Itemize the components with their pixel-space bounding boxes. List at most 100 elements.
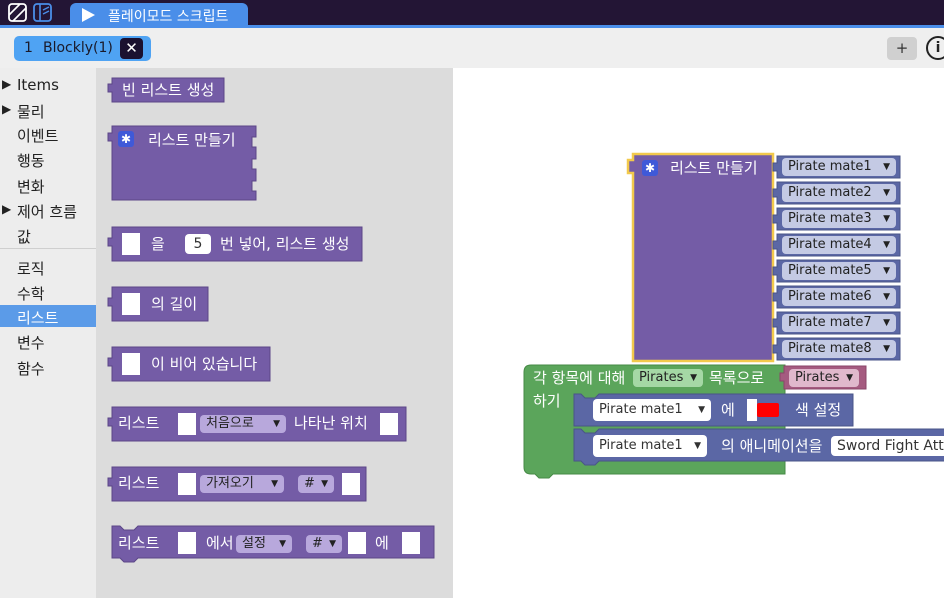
block-label: 나타난 위치: [294, 414, 368, 432]
category-functions[interactable]: 함수: [0, 356, 96, 378]
block-empty-list[interactable]: 빈 리스트 생성: [107, 77, 228, 103]
chevron-down-icon: ▼: [329, 539, 336, 549]
chevron-down-icon: ▼: [694, 441, 701, 451]
block-label: 리스트: [118, 414, 160, 432]
category-label: 물리: [17, 103, 45, 121]
input-slot[interactable]: [380, 413, 398, 435]
block-variable-pirates[interactable]: Pirates ▼: [779, 365, 868, 391]
category-label: 함수: [17, 360, 45, 378]
category-physics[interactable]: ▶ 물리: [0, 99, 96, 121]
block-list-index-of[interactable]: 리스트 처음으로 ▼ 나타난 위치: [107, 406, 410, 442]
book-panel-icon[interactable]: [33, 3, 52, 22]
chevron-down-icon: ▼: [273, 419, 280, 429]
category-divider: [0, 248, 96, 249]
category-label: 변화: [17, 178, 45, 196]
block-item-pirate-mate5[interactable]: Pirate mate5 ▼: [772, 259, 901, 283]
expand-arrow-icon: ▶: [2, 102, 12, 116]
foreach-variable-dropdown[interactable]: Pirates ▼: [633, 369, 703, 387]
input-slot[interactable]: [348, 532, 366, 554]
category-math[interactable]: 수학: [0, 281, 96, 303]
input-slot[interactable]: [342, 473, 360, 495]
set-mode-dropdown[interactable]: 설정 ▼: [236, 535, 292, 553]
chevron-down-icon: ▼: [321, 479, 328, 489]
blockly-logo-icon[interactable]: [8, 3, 27, 22]
dropdown-value: Pirate mate1: [788, 159, 872, 174]
animation-target-dropdown[interactable]: Pirate mate1 ▼: [593, 435, 707, 457]
color-swatch[interactable]: [757, 403, 779, 417]
block-list-is-empty[interactable]: 이 비어 있습니다: [107, 346, 274, 382]
input-slot[interactable]: [402, 532, 420, 554]
category-lists[interactable]: 리스트: [0, 305, 96, 327]
block-list-get[interactable]: 리스트 가져오기 ▼ # ▼: [107, 466, 370, 502]
gear-icon[interactable]: ✱: [642, 160, 658, 176]
gear-icon[interactable]: ✱: [118, 131, 134, 147]
info-icon[interactable]: i: [926, 36, 944, 60]
category-label: 이벤트: [17, 127, 59, 145]
chevron-down-icon: ▼: [883, 318, 890, 328]
block-flyout: 빈 리스트 생성 ✱ 리스트 만들기 을 5 번 넣어, 리스트 생성 의 길이…: [96, 68, 453, 598]
expand-arrow-icon: ▶: [2, 202, 12, 216]
block-label: 에서: [206, 534, 234, 552]
index-of-dropdown[interactable]: 처음으로 ▼: [200, 415, 286, 433]
add-tab-button[interactable]: +: [887, 37, 917, 60]
set-index-dropdown[interactable]: # ▼: [306, 535, 342, 553]
block-label: 에: [721, 401, 735, 419]
category-control-flow[interactable]: ▶ 제어 흐름: [0, 199, 96, 221]
chevron-down-icon: ▼: [271, 479, 278, 489]
item-dropdown[interactable]: Pirate mate6 ▼: [782, 288, 896, 306]
input-slot[interactable]: [178, 473, 196, 495]
block-set-animation[interactable]: Pirate mate1 ▼ 의 애니메이션을 Sword Fight Atta: [573, 428, 944, 466]
item-dropdown[interactable]: Pirate mate3 ▼: [782, 210, 896, 228]
input-slot[interactable]: [178, 413, 196, 435]
block-label: 빈 리스트 생성: [122, 81, 215, 99]
color-input-slot: [747, 399, 757, 421]
block-create-list[interactable]: ✱ 리스트 만들기: [107, 125, 260, 201]
input-slot[interactable]: [122, 233, 140, 255]
category-actions[interactable]: 행동: [0, 148, 96, 170]
dropdown-value: 가져오기: [206, 476, 254, 491]
input-slot[interactable]: [122, 353, 140, 375]
block-list-set[interactable]: 리스트 에서 설정 ▼ # ▼ 에: [111, 525, 436, 563]
item-dropdown[interactable]: Pirate mate8 ▼: [782, 340, 896, 358]
block-set-color[interactable]: Pirate mate1 ▼ 에 색 설정: [573, 393, 855, 427]
block-list-length[interactable]: 의 길이: [107, 286, 212, 322]
category-items[interactable]: ▶ Items: [0, 74, 96, 96]
item-dropdown[interactable]: Pirate mate7 ▼: [782, 314, 896, 332]
list-variable-dropdown[interactable]: Pirates ▼: [789, 369, 859, 387]
category-values[interactable]: 값: [0, 224, 96, 246]
close-icon[interactable]: ✕: [120, 38, 143, 59]
block-make-list[interactable]: ✱ 리스트 만들기: [626, 152, 779, 363]
animation-value-dropdown[interactable]: Sword Fight Atta: [831, 436, 944, 456]
get-index-dropdown[interactable]: # ▼: [298, 475, 334, 493]
category-logic[interactable]: 로직: [0, 256, 96, 278]
item-dropdown[interactable]: Pirate mate1 ▼: [782, 158, 896, 176]
chevron-down-icon: ▼: [883, 344, 890, 354]
block-item-pirate-mate3[interactable]: Pirate mate3 ▼: [772, 207, 901, 231]
block-repeat-list[interactable]: 을 5 번 넣어, 리스트 생성: [107, 226, 366, 262]
block-label: 리스트: [118, 474, 160, 492]
item-dropdown[interactable]: Pirate mate5 ▼: [782, 262, 896, 280]
file-tab-blockly[interactable]: 1 Blockly(1) ✕: [14, 36, 151, 61]
category-events[interactable]: 이벤트: [0, 123, 96, 145]
item-dropdown[interactable]: Pirate mate2 ▼: [782, 184, 896, 202]
item-dropdown[interactable]: Pirate mate4 ▼: [782, 236, 896, 254]
category-variables[interactable]: 변수: [0, 330, 96, 352]
tab-playmode-script[interactable]: 플레이모드 스크립트: [70, 3, 248, 27]
block-item-pirate-mate7[interactable]: Pirate mate7 ▼: [772, 311, 901, 335]
block-item-pirate-mate2[interactable]: Pirate mate2 ▼: [772, 181, 901, 205]
color-target-dropdown[interactable]: Pirate mate1 ▼: [593, 399, 711, 421]
block-item-pirate-mate6[interactable]: Pirate mate6 ▼: [772, 285, 901, 309]
dropdown-value: Pirate mate6: [788, 289, 872, 304]
dropdown-value: Pirates: [639, 370, 684, 385]
input-slot[interactable]: [122, 293, 140, 315]
block-item-pirate-mate8[interactable]: Pirate mate8 ▼: [772, 337, 901, 361]
input-slot[interactable]: [178, 532, 196, 554]
block-item-pirate-mate1[interactable]: Pirate mate1 ▼: [772, 155, 901, 179]
category-transform[interactable]: 변화: [0, 174, 96, 196]
repeat-count-field[interactable]: 5: [185, 234, 211, 254]
get-mode-dropdown[interactable]: 가져오기 ▼: [200, 475, 284, 493]
category-label: Items: [17, 76, 59, 94]
block-item-pirate-mate4[interactable]: Pirate mate4 ▼: [772, 233, 901, 257]
chevron-down-icon: ▼: [279, 539, 286, 549]
blockly-workspace[interactable]: 각 항목에 대해 Pirates ▼ 목록으로 하기 Pirates ▼ Pirat…: [453, 68, 944, 598]
